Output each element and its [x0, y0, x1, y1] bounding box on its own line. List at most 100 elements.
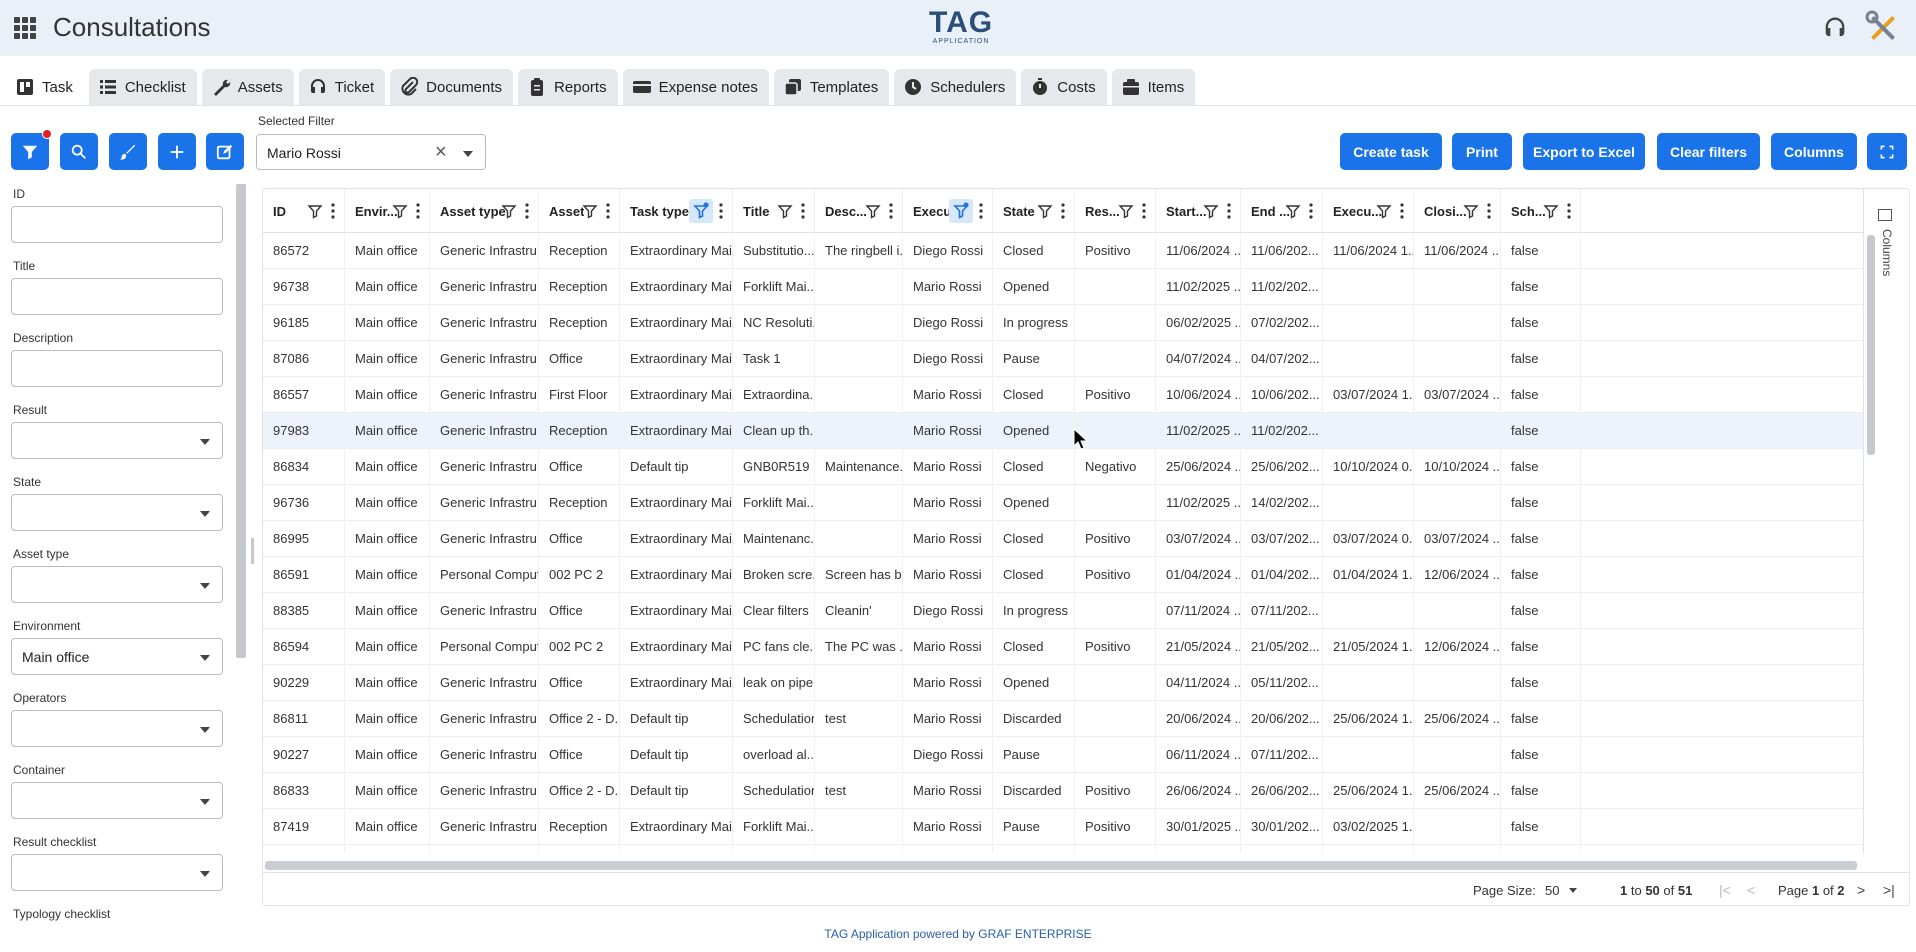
- table-row[interactable]: 86572 Main office Generic Infrastru... Rece…: [263, 233, 1863, 269]
- table-row[interactable]: 87086 Main office Generic Infrastru... Offi…: [263, 341, 1863, 377]
- search-button[interactable]: [60, 133, 98, 170]
- table-row[interactable]: 97983 Main office Generic Infrastru... Rece…: [263, 413, 1863, 449]
- result-select[interactable]: [11, 422, 223, 459]
- chevron-down-icon[interactable]: [1569, 888, 1577, 893]
- panel-resize-handle[interactable]: [251, 538, 254, 564]
- column-header[interactable]: Start...: [1156, 189, 1241, 233]
- table-row[interactable]: 86811 Main office Generic Infrastru... Offi…: [263, 701, 1863, 737]
- export-excel-button[interactable]: Export to Excel: [1523, 133, 1645, 170]
- table-row[interactable]: 87419 Main office Generic Infrastru... Rece…: [263, 809, 1863, 845]
- page-size-select[interactable]: 50: [1545, 883, 1559, 898]
- table-row[interactable]: 96738 Main office Generic Infrastru... Rece…: [263, 269, 1863, 305]
- headset-support-icon[interactable]: [1821, 14, 1849, 42]
- column-filter-icon[interactable]: [1376, 203, 1392, 219]
- column-filter-icon[interactable]: [1463, 203, 1479, 219]
- column-menu-icon[interactable]: [889, 202, 893, 220]
- selected-filter-select[interactable]: Mario Rossi ×: [256, 134, 486, 170]
- first-page-icon[interactable]: |<: [1719, 882, 1731, 898]
- clear-brush-button[interactable]: [109, 133, 147, 170]
- column-filter-icon[interactable]: [1285, 203, 1301, 219]
- column-menu-icon[interactable]: [416, 202, 420, 220]
- print-button[interactable]: Print: [1452, 133, 1512, 170]
- tab-items[interactable]: Items: [1111, 69, 1196, 105]
- last-page-icon[interactable]: >|: [1883, 882, 1895, 898]
- column-header[interactable]: Asset: [539, 189, 620, 233]
- columns-button[interactable]: Columns: [1771, 133, 1857, 170]
- column-header[interactable]: Asset type: [430, 189, 539, 233]
- table-row[interactable]: 86557 Main office Generic Infrastru... Firs…: [263, 377, 1863, 413]
- title-input[interactable]: [11, 278, 223, 315]
- column-header[interactable]: State: [993, 189, 1075, 233]
- column-menu-icon[interactable]: [1309, 202, 1313, 220]
- column-menu-icon[interactable]: [1567, 202, 1571, 220]
- grid-horizontal-scrollbar[interactable]: [265, 861, 1857, 870]
- clear-filters-button[interactable]: Clear filters: [1657, 133, 1760, 170]
- column-header[interactable]: Desc...: [815, 189, 903, 233]
- tab-ticket[interactable]: Ticket: [298, 69, 386, 105]
- table-row[interactable]: 90229 Main office Generic Infrastru... Offi…: [263, 665, 1863, 701]
- tools-icon[interactable]: [1865, 10, 1901, 46]
- column-header[interactable]: Sch...: [1501, 189, 1581, 233]
- filter-button[interactable]: [11, 129, 52, 170]
- column-menu-icon[interactable]: [606, 202, 610, 220]
- column-filter-icon[interactable]: [392, 203, 408, 219]
- column-header[interactable]: Execu...: [903, 189, 993, 233]
- asset-type-select[interactable]: [11, 566, 223, 603]
- column-header[interactable]: Title: [733, 189, 815, 233]
- active-filter-icon[interactable]: [689, 199, 713, 223]
- column-menu-icon[interactable]: [525, 202, 529, 220]
- column-menu-icon[interactable]: [719, 202, 723, 220]
- container-select[interactable]: [11, 782, 223, 819]
- tab-schedulers[interactable]: Schedulers: [894, 69, 1017, 105]
- column-menu-icon[interactable]: [1487, 202, 1491, 220]
- description-input[interactable]: [11, 350, 223, 387]
- column-header[interactable]: ID: [263, 189, 345, 233]
- tab-assets[interactable]: Assets: [201, 69, 294, 105]
- environment-select[interactable]: Main office: [11, 638, 223, 675]
- prev-page-icon[interactable]: <: [1747, 882, 1755, 898]
- table-row[interactable]: 96670Main officeGeneric Infrastru...Rece…: [263, 845, 1863, 853]
- column-menu-icon[interactable]: [331, 202, 335, 220]
- table-row[interactable]: 86594Main officePersonal Computer002 PC …: [263, 629, 1863, 665]
- column-header[interactable]: End ...: [1241, 189, 1323, 233]
- table-row[interactable]: 86833 Main office Generic Infrastru... Offi…: [263, 773, 1863, 809]
- column-header[interactable]: Task type: [620, 189, 733, 233]
- id-input[interactable]: [11, 206, 223, 243]
- active-filter-icon[interactable]: [949, 199, 973, 223]
- tab-documents[interactable]: Documents: [390, 69, 514, 105]
- table-row[interactable]: 96736 Main office Generic Infrastru... Rece…: [263, 485, 1863, 521]
- apps-grid-icon[interactable]: [14, 17, 36, 39]
- tab-templates[interactable]: Templates: [773, 69, 890, 105]
- operators-select[interactable]: [11, 710, 223, 747]
- table-row[interactable]: 88385 Main office Generic Infrastru... Offi…: [263, 593, 1863, 629]
- fullscreen-button[interactable]: [1867, 133, 1907, 170]
- column-filter-icon[interactable]: [582, 203, 598, 219]
- column-header[interactable]: Execu...: [1323, 189, 1414, 233]
- column-menu-icon[interactable]: [979, 202, 983, 220]
- column-filter-icon[interactable]: [1118, 203, 1134, 219]
- column-menu-icon[interactable]: [1400, 202, 1404, 220]
- result-checklist-select[interactable]: [11, 854, 223, 891]
- column-filter-icon[interactable]: [1543, 203, 1559, 219]
- column-header[interactable]: Envir...: [345, 189, 430, 233]
- filter-panel-scrollbar[interactable]: [236, 184, 246, 658]
- column-filter-icon[interactable]: [777, 203, 793, 219]
- tab-expense-notes[interactable]: Expense notes: [622, 69, 769, 105]
- next-page-icon[interactable]: >: [1857, 882, 1865, 898]
- tab-costs[interactable]: Costs: [1021, 69, 1107, 105]
- tab-reports[interactable]: Reports: [518, 69, 618, 105]
- column-filter-icon[interactable]: [865, 203, 881, 219]
- table-row[interactable]: 86995 Main office Generic Infrastru... Offi…: [263, 521, 1863, 557]
- column-filter-icon[interactable]: [307, 203, 323, 219]
- grid-vertical-scrollbar[interactable]: [1867, 235, 1875, 455]
- column-menu-icon[interactable]: [1061, 202, 1065, 220]
- column-menu-icon[interactable]: [801, 202, 805, 220]
- column-filter-icon[interactable]: [1037, 203, 1053, 219]
- column-menu-icon[interactable]: [1227, 202, 1231, 220]
- create-task-button[interactable]: Create task: [1340, 133, 1442, 170]
- table-row[interactable]: 86591Main officePersonal Computer002 PC …: [263, 557, 1863, 593]
- column-filter-icon[interactable]: [1203, 203, 1219, 219]
- state-select[interactable]: [11, 494, 223, 531]
- tab-task[interactable]: Task: [6, 69, 84, 105]
- table-row[interactable]: 96185 Main office Generic Infrastru... Rece…: [263, 305, 1863, 341]
